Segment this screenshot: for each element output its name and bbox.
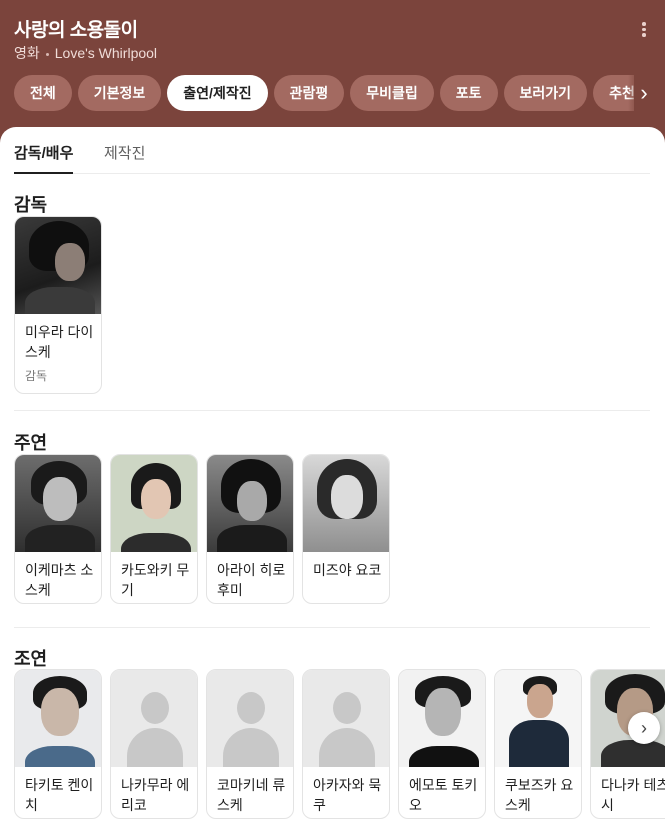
person-name: 미우라 다이스케 bbox=[25, 324, 94, 360]
person-card[interactable]: 다나카 테츠시 bbox=[590, 669, 665, 819]
person-name: 나카무라 에리코 bbox=[121, 777, 190, 813]
section-title-supporting: 조연 bbox=[14, 649, 48, 669]
person-photo bbox=[15, 455, 101, 552]
more-vert-icon[interactable] bbox=[636, 20, 652, 42]
person-photo bbox=[111, 455, 197, 552]
person-card[interactable]: 나카무라 에리코 bbox=[110, 669, 198, 819]
chip-movie-clips[interactable]: 무비클립 bbox=[350, 75, 434, 111]
person-photo bbox=[495, 670, 581, 767]
person-name: 이케마츠 소스케 bbox=[25, 562, 94, 598]
chip-photos[interactable]: 포토 bbox=[439, 75, 498, 111]
person-photo bbox=[303, 455, 389, 552]
chip-bar: 전체 기본정보 출연/제작진 관람평 무비클립 포토 보러가기 추천 bbox=[14, 75, 634, 111]
category-label: 영화 bbox=[14, 45, 40, 61]
chip-basic-info[interactable]: 기본정보 bbox=[77, 75, 162, 111]
supporting-row: 타키토 켄이치 나카무라 에리코 코마키네 류스케 아카자와 묵쿠 에모토 토키… bbox=[14, 669, 665, 819]
separator-dot bbox=[45, 52, 49, 56]
person-card[interactable]: 에모토 토키오 bbox=[398, 669, 486, 819]
person-photo bbox=[207, 455, 293, 552]
person-card[interactable]: 코마키네 류스케 bbox=[206, 669, 294, 819]
person-card[interactable]: 아라이 히로후미 bbox=[206, 454, 294, 604]
person-card[interactable]: 카도와키 무기 bbox=[110, 454, 198, 604]
director-row: 미우라 다이스케 감독 bbox=[14, 216, 665, 394]
person-name: 타키토 켄이치 bbox=[25, 777, 94, 813]
person-placeholder-icon bbox=[207, 670, 293, 767]
person-card[interactable]: 이케마츠 소스케 bbox=[14, 454, 102, 604]
chip-watch[interactable]: 보러가기 bbox=[503, 75, 588, 111]
person-card[interactable]: 쿠보즈카 요스케 bbox=[494, 669, 582, 819]
page-title: 사랑의 소용돌이 bbox=[14, 20, 138, 41]
cast-panel: 감독/배우 제작진 감독 미우라 다이스케 감독 주연 이케마츠 소스케 카도와… bbox=[0, 127, 665, 834]
person-placeholder-icon bbox=[303, 670, 389, 767]
english-title: Love's Whirlpool bbox=[54, 45, 158, 61]
person-name: 에모토 토키오 bbox=[409, 777, 478, 813]
person-name: 다나카 테츠시 bbox=[601, 777, 665, 813]
person-placeholder-icon bbox=[111, 670, 197, 767]
section-title-director: 감독 bbox=[14, 195, 48, 215]
person-card[interactable]: 타키토 켄이치 bbox=[14, 669, 102, 819]
person-photo bbox=[399, 670, 485, 767]
person-card[interactable]: 미즈야 요코 bbox=[302, 454, 390, 604]
chip-cast-crew[interactable]: 출연/제작진 bbox=[167, 75, 268, 111]
chevron-right-icon[interactable]: › bbox=[628, 75, 660, 111]
lead-row: 이케마츠 소스케 카도와키 무기 아라이 히로후미 미즈야 요코 bbox=[14, 454, 665, 604]
person-card[interactable]: 미우라 다이스케 감독 bbox=[14, 216, 102, 394]
section-title-lead: 주연 bbox=[14, 433, 48, 453]
person-photo bbox=[15, 670, 101, 767]
person-photo bbox=[15, 217, 101, 314]
person-role: 감독 bbox=[25, 369, 48, 383]
person-name: 아라이 히로후미 bbox=[217, 562, 286, 598]
divider bbox=[14, 627, 650, 628]
chip-all[interactable]: 전체 bbox=[14, 75, 72, 111]
chip-reviews[interactable]: 관람평 bbox=[273, 75, 345, 111]
header: 사랑의 소용돌이 영화 Love's Whirlpool 전체 기본정보 출연/제작진… bbox=[0, 0, 665, 128]
person-name: 쿠보즈카 요스케 bbox=[505, 777, 574, 813]
divider bbox=[14, 410, 650, 411]
tab-crew[interactable]: 제작진 bbox=[104, 142, 145, 163]
person-name: 카도와키 무기 bbox=[121, 562, 190, 598]
chevron-right-icon[interactable]: › bbox=[628, 712, 660, 744]
person-name: 코마키네 류스케 bbox=[217, 777, 286, 813]
person-name: 아카자와 묵쿠 bbox=[313, 777, 382, 813]
tab-cast[interactable]: 감독/배우 bbox=[14, 142, 74, 174]
person-card[interactable]: 아카자와 묵쿠 bbox=[302, 669, 390, 819]
tab-bar: 감독/배우 제작진 bbox=[14, 127, 650, 174]
person-name: 미즈야 요코 bbox=[313, 562, 382, 578]
subtitle: 영화 Love's Whirlpool bbox=[14, 43, 157, 63]
